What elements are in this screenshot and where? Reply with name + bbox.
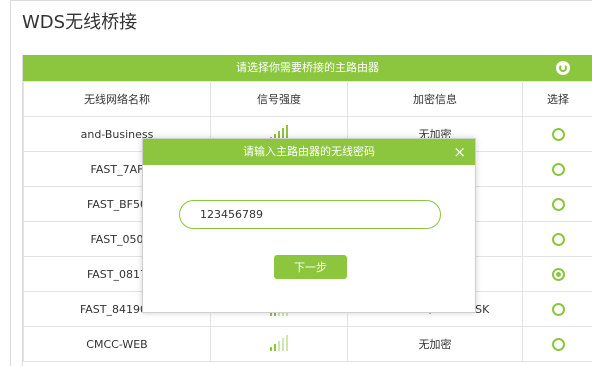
header-select: 选择 (522, 81, 592, 117)
select-radio[interactable] (551, 302, 565, 316)
select-cell (522, 256, 592, 292)
dialog-header: 请输入主路由器的无线密码 × (143, 139, 475, 165)
select-cell (522, 326, 592, 362)
select-cell (522, 221, 592, 257)
panel-header-label: 请选择你需要桥接的主路由器 (236, 61, 379, 74)
select-radio[interactable] (551, 267, 565, 281)
signal-strength-icon (270, 334, 288, 351)
select-radio[interactable] (551, 197, 565, 211)
select-radio[interactable] (551, 232, 565, 246)
password-input[interactable] (179, 200, 441, 229)
panel-header: 请选择你需要桥接的主路由器 (23, 55, 592, 81)
select-radio[interactable] (551, 127, 565, 141)
table-header-row: 无线网络名称 信号强度 加密信息 选择 (23, 81, 592, 117)
select-radio[interactable] (551, 162, 565, 176)
encryption-info: 无加密 (347, 326, 523, 362)
network-name: CMCC-WEB (23, 326, 211, 362)
select-cell (522, 116, 592, 152)
select-radio[interactable] (551, 337, 565, 351)
header-signal: 信号强度 (210, 81, 348, 117)
dialog-title: 请输入主路由器的无线密码 (243, 145, 375, 158)
close-icon[interactable]: × (453, 139, 466, 165)
signal-cell (210, 326, 348, 362)
select-cell (522, 291, 592, 327)
select-cell (522, 151, 592, 187)
select-cell (522, 186, 592, 222)
header-ssid: 无线网络名称 (23, 81, 211, 117)
next-step-button[interactable]: 下一步 (274, 255, 347, 279)
refresh-icon[interactable] (556, 61, 570, 75)
table-row[interactable]: CMCC-WEB 无加密 (23, 326, 592, 362)
password-dialog: 请输入主路由器的无线密码 × 下一步 (142, 138, 476, 313)
header-encryption: 加密信息 (347, 81, 523, 117)
page-title: WDS无线桥接 (22, 12, 138, 33)
